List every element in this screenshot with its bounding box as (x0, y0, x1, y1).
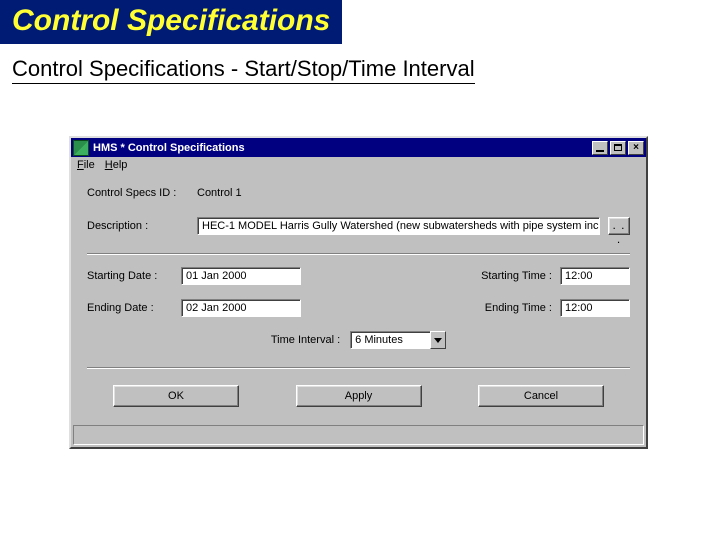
ok-button[interactable]: OK (113, 385, 239, 407)
menu-help[interactable]: Help (105, 159, 128, 171)
time-interval-value: 6 Minutes (350, 331, 430, 349)
slide-subtitle: Control Specifications - Start/Stop/Time… (12, 56, 475, 84)
close-icon: × (633, 142, 639, 153)
apply-label: Apply (345, 390, 373, 402)
description-input[interactable]: HEC-1 MODEL Harris Gully Watershed (new … (197, 217, 600, 235)
description-label: Description : (87, 220, 189, 232)
control-specs-id-value: Control 1 (197, 187, 242, 199)
menu-file[interactable]: File (77, 159, 95, 171)
cancel-label: Cancel (524, 390, 558, 402)
pair-starting-date: Starting Date : 01 Jan 2000 (87, 267, 301, 285)
window-controls: × (592, 141, 644, 155)
chevron-down-icon (434, 338, 442, 343)
description-value: HEC-1 MODEL Harris Gully Watershed (new … (202, 220, 600, 232)
pair-starting-time: Starting Time : 12:00 (481, 267, 630, 285)
window-title: HMS * Control Specifications (93, 142, 592, 154)
titlebar[interactable]: HMS * Control Specifications × (71, 138, 646, 157)
separator-2 (87, 367, 630, 369)
ellipsis-icon: . . . (612, 218, 625, 246)
apply-button[interactable]: Apply (296, 385, 422, 407)
starting-time-label: Starting Time : (481, 270, 552, 282)
time-interval-label: Time Interval : (271, 334, 340, 346)
description-browse-button[interactable]: . . . (608, 217, 630, 235)
slide-title: Control Specifications (12, 4, 330, 37)
starting-time-value: 12:00 (565, 270, 593, 282)
app-icon (73, 140, 89, 156)
row-control-specs-id: Control Specs ID : Control 1 (87, 187, 630, 199)
row-dates-start: Starting Date : 01 Jan 2000 Starting Tim… (87, 267, 630, 285)
row-time-interval: Time Interval : 6 Minutes (87, 331, 630, 349)
cancel-button[interactable]: Cancel (478, 385, 604, 407)
client-area: Control Specs ID : Control 1 Description… (71, 173, 646, 423)
row-dates-end: Ending Date : 02 Jan 2000 Ending Time : … (87, 299, 630, 317)
control-specs-id-label: Control Specs ID : (87, 187, 197, 199)
starting-date-value: 01 Jan 2000 (186, 270, 247, 282)
separator-1 (87, 253, 630, 255)
minimize-icon (596, 150, 604, 152)
title-banner: Control Specifications (0, 0, 342, 44)
slide: Control Specifications Control Specifica… (0, 0, 720, 540)
dialog-window: HMS * Control Specifications × File Help… (69, 136, 648, 449)
ending-time-input[interactable]: 12:00 (560, 299, 630, 317)
pair-ending-time: Ending Time : 12:00 (485, 299, 630, 317)
close-button[interactable]: × (628, 141, 644, 155)
starting-date-label: Starting Date : (87, 270, 173, 282)
ending-time-value: 12:00 (565, 302, 593, 314)
row-description: Description : HEC-1 MODEL Harris Gully W… (87, 217, 630, 235)
starting-date-input[interactable]: 01 Jan 2000 (181, 267, 301, 285)
ok-label: OK (168, 390, 184, 402)
ending-date-input[interactable]: 02 Jan 2000 (181, 299, 301, 317)
ending-date-label: Ending Date : (87, 302, 173, 314)
button-row: OK Apply Cancel (87, 381, 630, 417)
time-interval-dropdown[interactable]: 6 Minutes (350, 331, 446, 349)
ending-time-label: Ending Time : (485, 302, 552, 314)
status-bar (73, 425, 644, 445)
ending-date-value: 02 Jan 2000 (186, 302, 247, 314)
time-interval-dropdown-button[interactable] (430, 331, 446, 349)
maximize-icon (614, 144, 622, 151)
minimize-button[interactable] (592, 141, 608, 155)
starting-time-input[interactable]: 12:00 (560, 267, 630, 285)
menu-bar: File Help (71, 157, 646, 173)
maximize-button[interactable] (610, 141, 626, 155)
pair-ending-date: Ending Date : 02 Jan 2000 (87, 299, 301, 317)
